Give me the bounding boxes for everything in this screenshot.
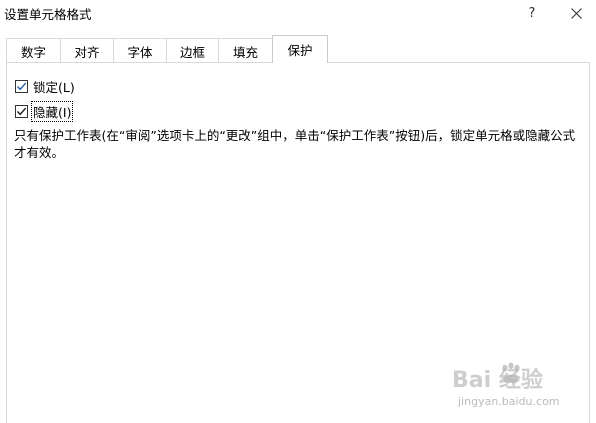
tab-strip: 数字 对齐 字体 边框 填充 保护: [6, 35, 328, 64]
tab-fill[interactable]: 填充: [218, 38, 273, 63]
title-bar: 设置单元格格式 ?: [0, 0, 596, 26]
protection-description: 只有保护工作表(在“审阅”选项卡上的“更改”组中，单击“保护工作表”按钮)后，锁…: [14, 128, 576, 160]
hidden-label: 隐藏(I): [30, 100, 74, 122]
tab-font[interactable]: 字体: [113, 38, 167, 63]
tab-alignment[interactable]: 对齐: [60, 38, 114, 63]
locked-option[interactable]: 锁定(L): [15, 78, 76, 95]
locked-checkbox[interactable]: [15, 79, 28, 93]
checkmark-icon: [16, 107, 27, 115]
tab-border[interactable]: 边框: [166, 38, 219, 63]
tab-number[interactable]: 数字: [6, 38, 61, 63]
protection-panel: 锁定(L) 隐藏(I) 只有保护工作表(在“审阅”选项卡上的“更改”组中，单击“…: [6, 62, 590, 423]
format-cells-dialog: 设置单元格格式 ? 数字 对齐 字体 边框 填充 保护 锁定(L) 隐藏(I) …: [0, 0, 596, 423]
close-icon: [570, 7, 582, 19]
checkmark-icon: [16, 82, 27, 90]
tab-protection[interactable]: 保护: [272, 35, 328, 64]
help-button[interactable]: ?: [512, 0, 552, 26]
close-button[interactable]: [556, 0, 596, 26]
dialog-title: 设置单元格格式: [4, 7, 92, 22]
locked-label: 锁定(L): [33, 79, 75, 95]
hidden-option[interactable]: 隐藏(I): [15, 100, 74, 122]
help-icon: ?: [528, 5, 536, 21]
hidden-checkbox[interactable]: [15, 104, 28, 118]
